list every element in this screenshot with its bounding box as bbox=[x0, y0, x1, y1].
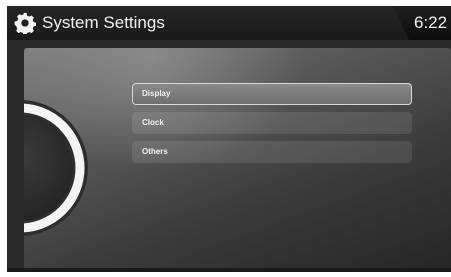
settings-screen: System Settings 6:22 Display Clock Other… bbox=[7, 6, 451, 272]
gear-icon bbox=[14, 12, 36, 34]
menu-item-clock[interactable]: Clock bbox=[132, 112, 412, 134]
header-bar: System Settings 6:22 bbox=[7, 6, 451, 40]
menu-item-display[interactable]: Display bbox=[132, 83, 412, 105]
page-title: System Settings bbox=[42, 13, 165, 32]
clock-display: 6:22 bbox=[414, 13, 448, 32]
dial-knob-icon bbox=[24, 100, 88, 236]
title-group: System Settings bbox=[14, 10, 165, 36]
menu-item-label: Clock bbox=[142, 118, 164, 127]
menu-item-label: Display bbox=[142, 89, 171, 98]
menu-item-label: Others bbox=[142, 147, 168, 156]
menu-item-others[interactable]: Others bbox=[132, 141, 412, 163]
settings-panel: Display Clock Others bbox=[24, 48, 451, 272]
bottom-bar bbox=[7, 268, 451, 272]
